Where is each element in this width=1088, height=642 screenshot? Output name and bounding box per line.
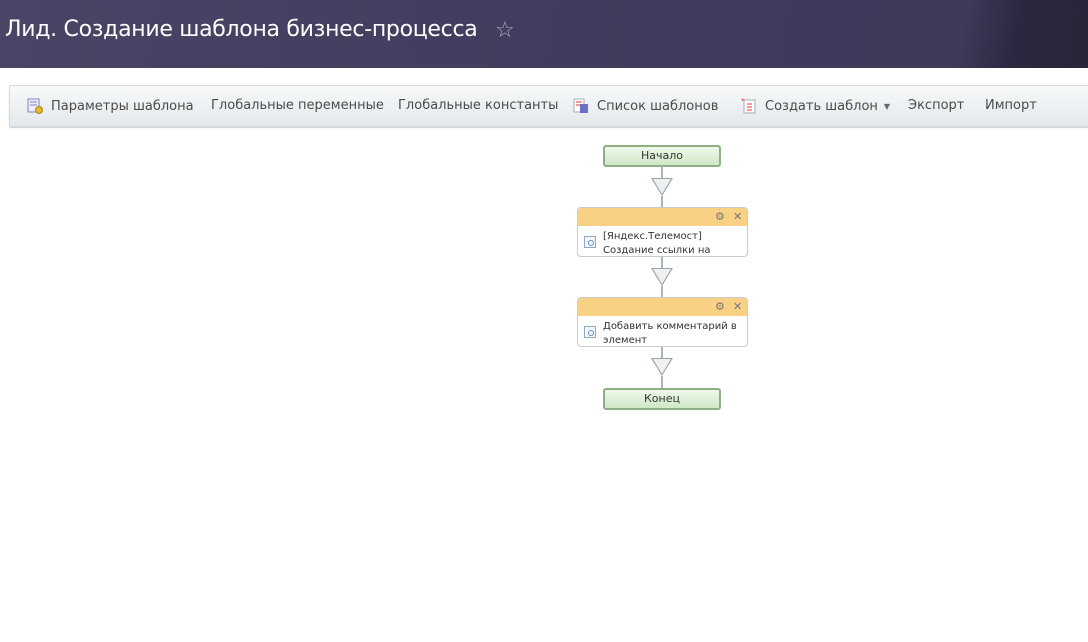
- toolbar: Параметры шаблона Глобальные переменные …: [9, 85, 1088, 127]
- global-constants-button[interactable]: Глобальные константы: [398, 98, 558, 113]
- create-template-label: Создать шаблон: [765, 98, 878, 114]
- connector: [661, 286, 663, 297]
- create-template-button[interactable]: * Создать шаблон ▼: [741, 97, 891, 114]
- activity-icon: [584, 326, 596, 338]
- insert-arrow[interactable]: [651, 178, 673, 196]
- import-label: Импорт: [985, 98, 1037, 113]
- page-title: Лид. Создание шаблона бизнес-процесса: [5, 17, 478, 42]
- insert-arrow[interactable]: [651, 358, 673, 376]
- connector: [661, 196, 663, 207]
- global-variables-button[interactable]: Глобальные переменные: [211, 98, 384, 113]
- star-icon[interactable]: ☆: [495, 18, 515, 43]
- settings-doc-icon: [27, 98, 43, 114]
- import-button[interactable]: Импорт: [985, 98, 1037, 113]
- activity-title: Добавить комментарий в элемент: [603, 321, 737, 346]
- activity-title: [Яндекс.Телемост] Создание ссылки на: [603, 231, 711, 256]
- connector: [661, 376, 663, 388]
- activity-block[interactable]: ⚙ ✕ [Яндекс.Телемост] Создание ссылки на: [577, 207, 748, 257]
- template-params-button[interactable]: Параметры шаблона: [27, 98, 194, 114]
- template-list-label: Список шаблонов: [597, 98, 719, 114]
- caret-down-icon: ▼: [883, 101, 891, 111]
- template-list-button[interactable]: Список шаблонов: [573, 98, 718, 114]
- export-label: Экспорт: [908, 98, 965, 113]
- close-icon[interactable]: ✕: [733, 210, 742, 223]
- insert-arrow[interactable]: [651, 268, 673, 286]
- template-params-label: Параметры шаблона: [51, 98, 194, 114]
- activity-block[interactable]: ⚙ ✕ Добавить комментарий в элемент: [577, 297, 748, 347]
- list-icon: [573, 98, 589, 114]
- new-doc-icon: *: [741, 97, 757, 114]
- page-header: Лид. Создание шаблона бизнес-процесса ☆: [0, 0, 1088, 68]
- export-button[interactable]: Экспорт: [908, 98, 964, 113]
- connector: [661, 166, 663, 178]
- activity-icon: [584, 236, 596, 248]
- end-node[interactable]: Конец: [603, 388, 721, 410]
- global-constants-label: Глобальные константы: [398, 98, 559, 113]
- start-node[interactable]: Начало: [603, 145, 721, 167]
- connector: [661, 347, 663, 358]
- close-icon[interactable]: ✕: [733, 300, 742, 313]
- connector: [661, 257, 663, 268]
- global-variables-label: Глобальные переменные: [211, 98, 384, 113]
- gear-icon[interactable]: ⚙: [715, 300, 725, 313]
- gear-icon[interactable]: ⚙: [715, 210, 725, 223]
- svg-text:*: *: [741, 98, 745, 105]
